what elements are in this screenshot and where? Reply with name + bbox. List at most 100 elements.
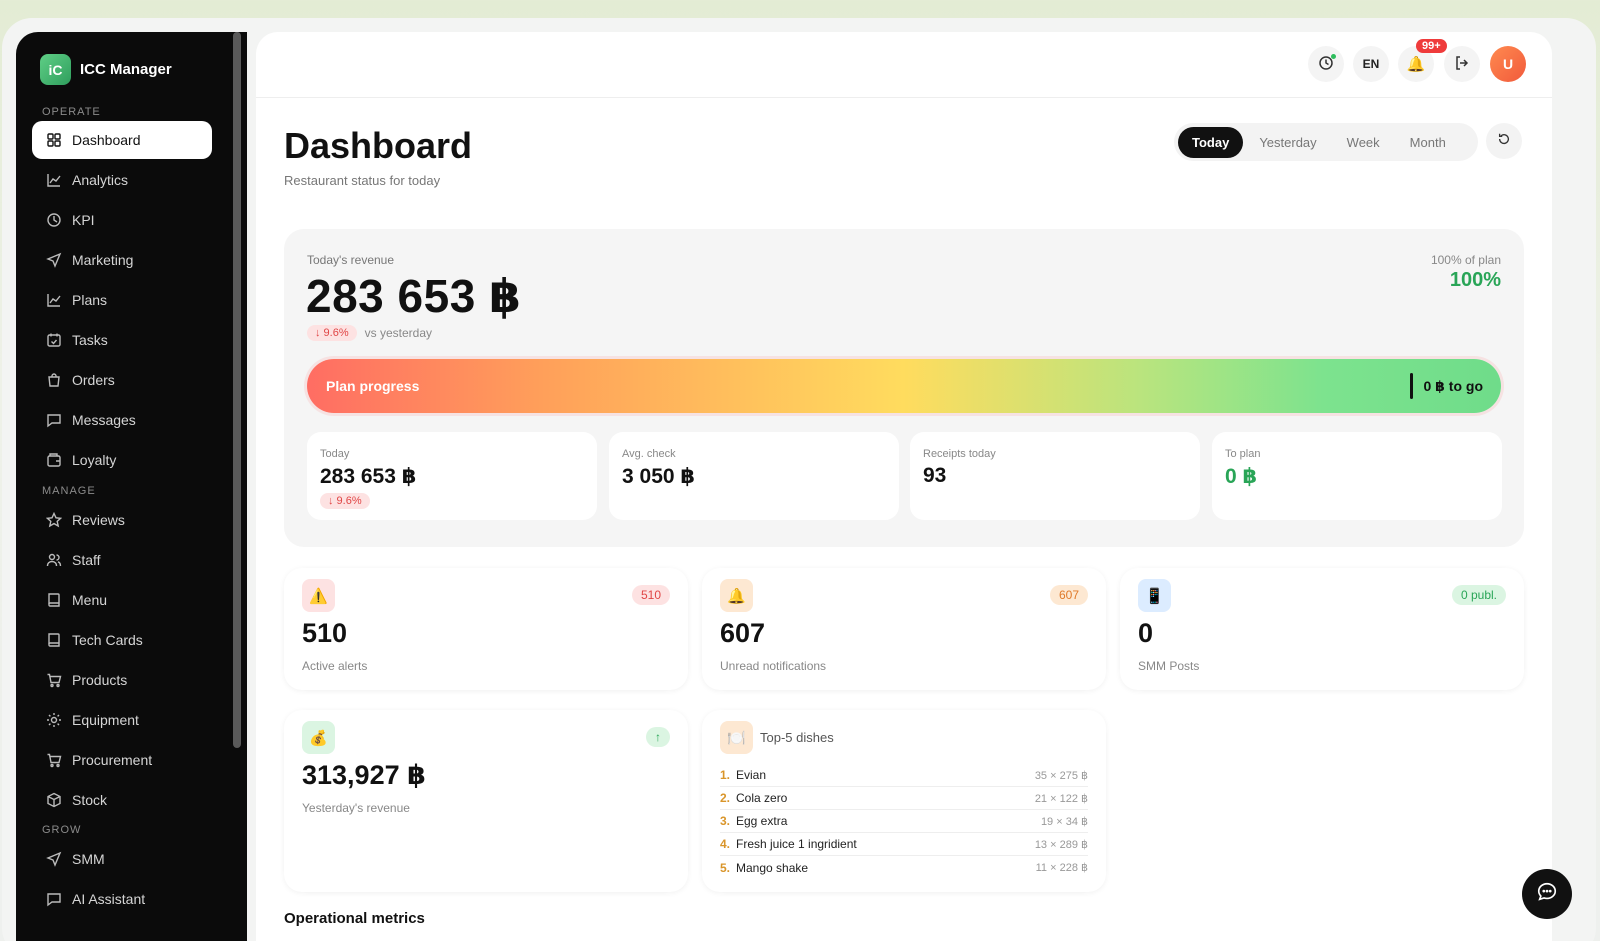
sidebar-item-reviews[interactable]: Reviews: [32, 501, 212, 539]
sidebar-item-label: KPI: [72, 212, 95, 228]
period-yesterday[interactable]: Yesterday: [1245, 127, 1330, 158]
list-item[interactable]: 5. Mango shake 11 × 228 ฿: [720, 856, 1088, 879]
sidebar-item-kpi[interactable]: KPI: [32, 201, 212, 239]
language-button[interactable]: EN: [1353, 46, 1389, 82]
clock-icon: [46, 212, 62, 228]
sidebar-item-ai-assistant[interactable]: AI Assistant: [32, 880, 212, 918]
avatar[interactable]: U: [1490, 46, 1526, 82]
logout-button[interactable]: [1444, 46, 1480, 82]
sidebar-item-smm[interactable]: SMM: [32, 840, 212, 878]
section-operate: OPERATE: [42, 106, 101, 118]
yesterday-revenue-value: 313,927 ฿: [302, 760, 426, 790]
dish-qty: 11 × 228 ฿: [1035, 862, 1088, 874]
sidebar-item-marketing[interactable]: Marketing: [32, 241, 212, 279]
brand[interactable]: iC ICC Manager: [40, 54, 172, 85]
to-go-label: 0 ฿ to go: [1423, 377, 1483, 394]
sidebar-item-label: Loyalty: [72, 452, 117, 468]
period-month[interactable]: Month: [1396, 127, 1460, 158]
revenue-delta: ↓ 9.6% vs yesterday: [307, 325, 432, 341]
alerts-value: 510: [302, 618, 348, 648]
sidebar-item-equipment[interactable]: Equipment: [32, 701, 212, 739]
sidebar-item-messages[interactable]: Messages: [32, 401, 212, 439]
revenue-value: 283 653 ฿: [306, 270, 522, 322]
top-dishes-title: Top-5 dishes: [760, 730, 834, 745]
page-title: Dashboard: [284, 125, 473, 166]
sidebar-item-label: Marketing: [72, 252, 134, 268]
stat-value: 283 653 ฿: [320, 465, 417, 488]
dish-name: Mango shake: [736, 860, 809, 875]
sidebar-item-dashboard[interactable]: Dashboard: [32, 121, 212, 159]
sidebar-item-label: SMM: [72, 851, 105, 867]
sidebar-item-stock[interactable]: Stock: [32, 781, 212, 819]
sidebar-item-procurement[interactable]: Procurement: [32, 741, 212, 779]
plan-progress-bar: Plan progress 0 ฿ to go: [307, 359, 1501, 413]
sidebar-scrollbar[interactable]: [233, 32, 241, 748]
progress-label: Plan progress: [326, 378, 420, 394]
revenue-label: Today's revenue: [307, 253, 395, 267]
dish-qty: 35 × 275 ฿: [1034, 769, 1088, 782]
plan-percent: 100%: [1449, 269, 1501, 291]
list-item[interactable]: 3. Egg extra 19 × 34 ฿: [720, 810, 1088, 833]
refresh-button[interactable]: [1486, 123, 1522, 159]
list-item[interactable]: 2. Cola zero 21 × 122 ฿: [720, 787, 1088, 810]
revenue-card: Today's revenue 283 653 ฿ ↓ 9.6% vs yest…: [284, 229, 1524, 547]
history-button[interactable]: [1308, 46, 1344, 82]
bell-icon: 🔔: [720, 579, 753, 612]
period-week[interactable]: Week: [1333, 127, 1394, 158]
dish-name: Egg extra: [736, 814, 788, 828]
notifications-card[interactable]: 🔔 607 607 Unread notifications: [702, 568, 1106, 690]
send-icon: [46, 252, 62, 268]
alerts-card[interactable]: ⚠️ 510 510 Active alerts: [284, 568, 688, 690]
sidebar-item-label: Analytics: [72, 172, 129, 188]
section-grow: GROW: [42, 824, 82, 836]
list-item[interactable]: 1. Evian 35 × 275 ฿: [720, 764, 1088, 787]
smm-card[interactable]: 📱 0 publ. 0 SMM Posts: [1120, 568, 1524, 690]
sidebar-item-menu[interactable]: Menu: [32, 581, 212, 619]
stat-value: 3 050 ฿: [622, 465, 695, 488]
chat-icon: [1536, 881, 1558, 908]
trend-up-badge: ↑: [646, 727, 670, 747]
chat-button[interactable]: [1522, 869, 1572, 919]
stat-value: 93: [923, 464, 947, 487]
yesterday-revenue-label: Yesterday's revenue: [302, 801, 410, 815]
sidebar-item-products[interactable]: Products: [32, 661, 212, 699]
dish-name: Cola zero: [736, 791, 788, 805]
sidebar-item-plans[interactable]: Plans: [32, 281, 212, 319]
sidebar-item-staff[interactable]: Staff: [32, 541, 212, 579]
sidebar-item-label: Reviews: [72, 512, 125, 528]
dish-qty: 21 × 122 ฿: [1034, 792, 1088, 805]
sun-icon: [46, 712, 62, 728]
yesterday-revenue-card[interactable]: 💰 ↑ 313,927 ฿ Yesterday's revenue: [284, 710, 688, 892]
list-item[interactable]: 4. Fresh juice 1 ingridient 13 × 289 ฿: [720, 833, 1088, 856]
smm-value: 0: [1138, 618, 1154, 648]
plan-label: 100% of plan: [1430, 253, 1501, 267]
book-icon: [46, 592, 62, 608]
sidebar-item-tech-cards[interactable]: Tech Cards: [32, 621, 212, 659]
operational-metrics-title: Operational metrics: [284, 910, 425, 927]
sidebar-item-analytics[interactable]: Analytics: [32, 161, 212, 199]
stat-label: Today: [320, 448, 350, 460]
period-today[interactable]: Today: [1178, 126, 1244, 158]
rank: 1.: [720, 768, 731, 782]
notifications-value: 607: [720, 618, 766, 648]
stat-today: Today 283 653 ฿ ↓ 9.6%: [307, 432, 597, 520]
top-dishes-card: 🍽️ Top-5 dishes 1. Evian 35 × 275 ฿ 2. C…: [702, 710, 1106, 892]
main-panel: EN 🔔 99+ U Dashboard Restaurant status f…: [256, 32, 1552, 941]
stat-label: To plan: [1225, 448, 1261, 460]
sidebar-item-label: Products: [72, 672, 128, 688]
sidebar-item-orders[interactable]: Orders: [32, 361, 212, 399]
bag-icon: [46, 372, 62, 388]
warning-icon: ⚠️: [302, 579, 335, 612]
rank: 5.: [720, 860, 731, 875]
sidebar-item-loyalty[interactable]: Loyalty: [32, 441, 212, 479]
app-name: ICC Manager: [80, 61, 172, 78]
message-icon: [46, 412, 62, 428]
sidebar-item-label: AI Assistant: [72, 891, 146, 907]
rank: 2.: [720, 791, 731, 805]
refresh-icon: [1497, 132, 1511, 151]
sidebar-item-tasks[interactable]: Tasks: [32, 321, 212, 359]
bell-icon: 🔔: [1406, 56, 1426, 73]
book-icon: [46, 632, 62, 648]
sidebar-item-label: Menu: [72, 592, 108, 608]
page-subtitle: Restaurant status for today: [284, 173, 441, 188]
